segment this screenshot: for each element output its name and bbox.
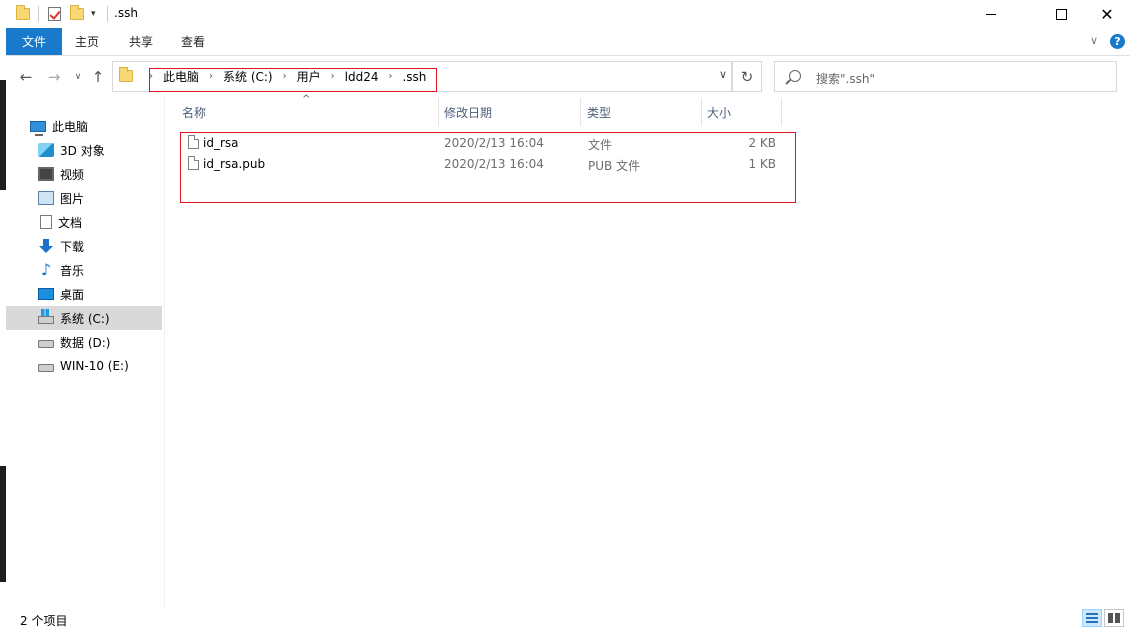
details-view-icon[interactable] <box>1082 609 1102 627</box>
sidebar-item-label: 3D 对象 <box>60 143 105 158</box>
documents-icon <box>40 215 52 229</box>
column-header-date[interactable]: 修改日期 <box>444 98 492 126</box>
file-size: 2 KB <box>748 136 776 150</box>
up-arrow-icon[interactable]: ↑ <box>88 67 108 87</box>
file-row[interactable]: id_rsa 2020/2/13 16:04 文件 2 KB <box>182 133 796 154</box>
sort-ascending-icon: ^ <box>302 94 311 105</box>
column-separator[interactable] <box>701 98 702 126</box>
sidebar-item-3d-objects[interactable]: 3D 对象 <box>6 138 162 162</box>
download-icon <box>38 239 54 253</box>
drive-icon <box>38 340 54 348</box>
search-placeholder: 搜索".ssh" <box>816 72 875 86</box>
tab-file[interactable]: 文件 <box>6 28 62 55</box>
column-separator[interactable] <box>438 98 439 126</box>
title-bar: ▾ .ssh ✕ <box>6 0 1130 28</box>
folder-icon <box>119 67 133 82</box>
refresh-icon[interactable]: ↻ <box>732 61 762 92</box>
folder-icon <box>16 5 30 23</box>
column-header-size[interactable]: 大小 <box>707 98 731 126</box>
sidebar-item-drive-d[interactable]: 数据 (D:) <box>6 330 162 354</box>
pictures-icon <box>38 191 54 205</box>
file-date: 2020/2/13 16:04 <box>444 136 544 150</box>
column-separator[interactable] <box>580 98 581 126</box>
sidebar-item-label: 文档 <box>58 215 83 230</box>
window-title: .ssh <box>114 6 138 20</box>
windows-drive-icon <box>38 309 54 324</box>
close-icon[interactable]: ✕ <box>1084 0 1130 28</box>
video-icon <box>38 167 54 181</box>
maximize-icon[interactable] <box>1038 0 1084 28</box>
back-arrow-icon[interactable]: ← <box>16 67 36 87</box>
annotation-box-address <box>149 68 437 92</box>
file-date: 2020/2/13 16:04 <box>444 157 544 171</box>
sidebar-item-label: 数据 (D:) <box>60 335 111 350</box>
sidebar-item-downloads[interactable]: 下载 <box>6 234 162 258</box>
search-icon <box>789 70 801 82</box>
sidebar-item-drive-c[interactable]: 系统 (C:) <box>6 306 162 330</box>
pane-divider[interactable] <box>164 96 165 608</box>
sidebar-item-label: WIN-10 (E:) <box>60 359 129 373</box>
sidebar-item-label: 系统 (C:) <box>60 311 110 326</box>
file-explorer-window: ▾ .ssh ✕ 文件 主页 共享 查看 ∨ ? ← → ∨ ↑ › 此电脑 ›… <box>6 0 1130 632</box>
music-icon: ♪ <box>40 260 52 279</box>
column-separator[interactable] <box>781 98 782 126</box>
sidebar-item-documents[interactable]: 文档 <box>6 210 162 234</box>
computer-icon <box>30 120 46 136</box>
sidebar-item-label: 此电脑 <box>52 119 89 134</box>
separator <box>107 5 108 23</box>
properties-icon[interactable] <box>48 5 61 23</box>
file-type: PUB 文件 <box>588 159 641 173</box>
tab-share[interactable]: 共享 <box>116 28 166 55</box>
desktop-icon <box>38 288 54 300</box>
file-type: 文件 <box>588 138 613 152</box>
file-name: id_rsa.pub <box>203 157 266 171</box>
drive-icon <box>38 364 54 372</box>
column-header-name[interactable]: 名称 <box>182 98 206 126</box>
search-input[interactable]: 搜索".ssh" <box>774 61 1117 92</box>
tab-home[interactable]: 主页 <box>62 28 112 55</box>
sidebar-item-drive-e[interactable]: WIN-10 (E:) <box>6 354 162 378</box>
separator <box>38 5 39 23</box>
file-row[interactable]: id_rsa.pub 2020/2/13 16:04 PUB 文件 1 KB <box>182 154 796 175</box>
forward-arrow-icon[interactable]: → <box>44 67 64 87</box>
sidebar-item-label: 图片 <box>60 191 85 206</box>
file-name: id_rsa <box>203 136 239 150</box>
sidebar-item-videos[interactable]: 视频 <box>6 162 162 186</box>
new-folder-icon[interactable] <box>70 5 84 23</box>
sidebar-item-pictures[interactable]: 图片 <box>6 186 162 210</box>
ribbon-tabs: 文件 主页 共享 查看 ∨ ? <box>6 28 1130 56</box>
column-header-type[interactable]: 类型 <box>587 98 611 126</box>
sidebar-item-label: 桌面 <box>60 287 85 302</box>
sidebar-item-label: 视频 <box>60 167 85 182</box>
3d-objects-icon <box>38 143 54 157</box>
sidebar-item-this-pc[interactable]: 此电脑 <box>6 114 162 138</box>
navigation-pane: 此电脑 3D 对象 视频 图片 文档 下载 ♪ 音乐 桌面 系统 (C:) 数据… <box>6 108 164 608</box>
sidebar-item-label: 下载 <box>60 239 85 254</box>
large-icons-view-icon[interactable] <box>1104 609 1124 627</box>
expand-ribbon-icon[interactable]: ∨ <box>1090 34 1098 47</box>
file-icon <box>188 135 199 149</box>
sidebar-item-music[interactable]: ♪ 音乐 <box>6 258 162 282</box>
minimize-icon[interactable] <box>968 0 1014 28</box>
file-icon <box>188 156 199 170</box>
sidebar-item-label: 音乐 <box>60 263 85 278</box>
quick-access-dropdown-icon[interactable]: ▾ <box>91 5 96 23</box>
recent-locations-icon[interactable]: ∨ <box>68 67 88 87</box>
sidebar-item-desktop[interactable]: 桌面 <box>6 282 162 306</box>
chevron-down-icon[interactable]: ∨ <box>719 68 727 81</box>
status-item-count: 2 个项目 <box>20 614 68 628</box>
help-icon[interactable]: ? <box>1110 34 1125 49</box>
file-size: 1 KB <box>748 157 776 171</box>
tab-view[interactable]: 查看 <box>168 28 218 55</box>
